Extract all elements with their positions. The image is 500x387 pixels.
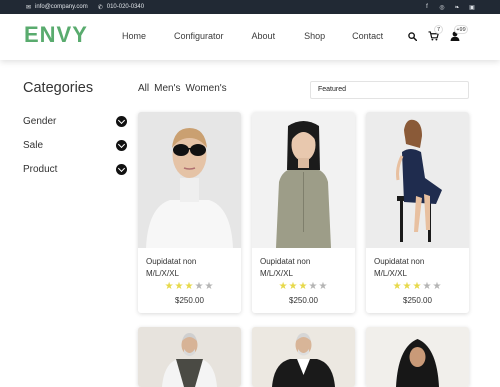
user-count-badge: +99: [454, 25, 468, 34]
twitter-icon[interactable]: ❧: [453, 4, 461, 11]
star-icon: ★: [174, 281, 185, 292]
email-text: info@company.com: [35, 4, 88, 10]
star-icon: ★: [402, 281, 413, 292]
main-navbar: ENVY Home Configurator About Shop Contac…: [0, 14, 500, 60]
star-icon: ★: [298, 281, 309, 292]
product-image[interactable]: [366, 327, 469, 387]
sidebar-item-sale[interactable]: Sale: [23, 133, 127, 157]
rating-stars: ★★★★★: [374, 281, 461, 293]
gender-filter: All Men's Women's: [138, 83, 227, 94]
star-icon: ★: [194, 281, 205, 292]
product-card[interactable]: Oupidatat non M/L/X/XL ★★★★★ $250.00: [366, 112, 469, 313]
product-card[interactable]: [252, 327, 355, 387]
social-links: f ◎ ❧ ▣: [423, 0, 476, 14]
contact-info: ✉ info@company.com ✆ 010-020-0340: [26, 0, 144, 14]
product-card[interactable]: Oupidatat non M/L/X/XL ★★★★★ $250.00: [252, 112, 355, 313]
star-icon: ★: [422, 281, 433, 292]
star-icon: ★: [164, 281, 175, 292]
product-card[interactable]: [138, 327, 241, 387]
filter-mens[interactable]: Men's: [154, 83, 180, 94]
star-icon: ★: [392, 281, 403, 292]
nav-about[interactable]: About: [252, 31, 276, 41]
chevron-down-icon[interactable]: [116, 139, 127, 151]
nav-shop[interactable]: Shop: [304, 31, 325, 41]
star-icon: ★: [432, 281, 443, 292]
sidebar-item-gender[interactable]: Gender: [23, 109, 127, 133]
search-icon[interactable]: [408, 32, 417, 41]
sidebar-title: Categories: [23, 80, 94, 96]
facebook-icon[interactable]: f: [423, 4, 431, 10]
product-name[interactable]: Oupidatat non: [260, 257, 347, 266]
filter-womens[interactable]: Women's: [186, 83, 227, 94]
linkedin-icon[interactable]: ▣: [468, 4, 476, 11]
nav-configurator[interactable]: Configurator: [174, 31, 224, 41]
product-price: $250.00: [175, 296, 204, 305]
product-info: Oupidatat non M/L/X/XL ★★★★★ $250.00: [252, 248, 355, 313]
sidebar-item-label: Product: [23, 163, 58, 175]
product-price: $250.00: [289, 296, 318, 305]
product-image[interactable]: [138, 112, 241, 248]
envelope-icon: ✉: [26, 4, 32, 11]
chevron-down-icon[interactable]: [116, 163, 127, 175]
nav-contact[interactable]: Contact: [352, 31, 383, 41]
top-bar: ✉ info@company.com ✆ 010-020-0340 f ◎ ❧ …: [0, 0, 500, 14]
sort-select[interactable]: Featured: [310, 81, 469, 99]
instagram-icon[interactable]: ◎: [438, 4, 446, 11]
star-icon: ★: [184, 281, 195, 292]
product-name[interactable]: Oupidatat non: [146, 257, 233, 266]
email-link[interactable]: ✉ info@company.com: [26, 4, 88, 11]
product-card[interactable]: [366, 327, 469, 387]
product-card[interactable]: Oupidatat non M/L/X/XL ★★★★★ $250.00: [138, 112, 241, 313]
product-sizes: M/L/X/XL: [146, 269, 179, 278]
main-nav: Home Configurator About Shop Contact: [122, 31, 383, 41]
nav-home[interactable]: Home: [122, 31, 146, 41]
rating-stars: ★★★★★: [260, 281, 347, 293]
product-sizes: M/L/X/XL: [374, 269, 407, 278]
filter-all[interactable]: All: [138, 83, 149, 94]
phone-link[interactable]: ✆ 010-020-0340: [98, 4, 144, 11]
star-icon: ★: [318, 281, 329, 292]
product-price: $250.00: [403, 296, 432, 305]
header-icons: 7 +99: [408, 25, 478, 48]
phone-text: 010-020-0340: [106, 4, 145, 10]
product-image[interactable]: [138, 327, 241, 387]
product-image[interactable]: [252, 112, 355, 248]
cart-count-badge: 7: [434, 25, 443, 34]
chevron-down-icon[interactable]: [116, 115, 127, 127]
star-icon: ★: [308, 281, 319, 292]
product-image[interactable]: [366, 112, 469, 248]
product-info: Oupidatat non M/L/X/XL ★★★★★ $250.00: [138, 248, 241, 313]
category-sidebar: Categories Gender Sale Product: [23, 80, 127, 181]
product-sizes: M/L/X/XL: [260, 269, 293, 278]
star-icon: ★: [278, 281, 289, 292]
product-image[interactable]: [252, 327, 355, 387]
product-name[interactable]: Oupidatat non: [374, 257, 461, 266]
star-icon: ★: [204, 281, 215, 292]
star-icon: ★: [412, 281, 423, 292]
sidebar-item-label: Sale: [23, 139, 44, 151]
sidebar-item-product[interactable]: Product: [23, 157, 127, 181]
product-info: Oupidatat non M/L/X/XL ★★★★★ $250.00: [366, 248, 469, 313]
phone-icon: ✆: [97, 4, 103, 11]
rating-stars: ★★★★★: [146, 281, 233, 293]
sidebar-item-label: Gender: [23, 115, 57, 127]
brand-logo[interactable]: ENVY: [24, 22, 88, 48]
star-icon: ★: [288, 281, 299, 292]
